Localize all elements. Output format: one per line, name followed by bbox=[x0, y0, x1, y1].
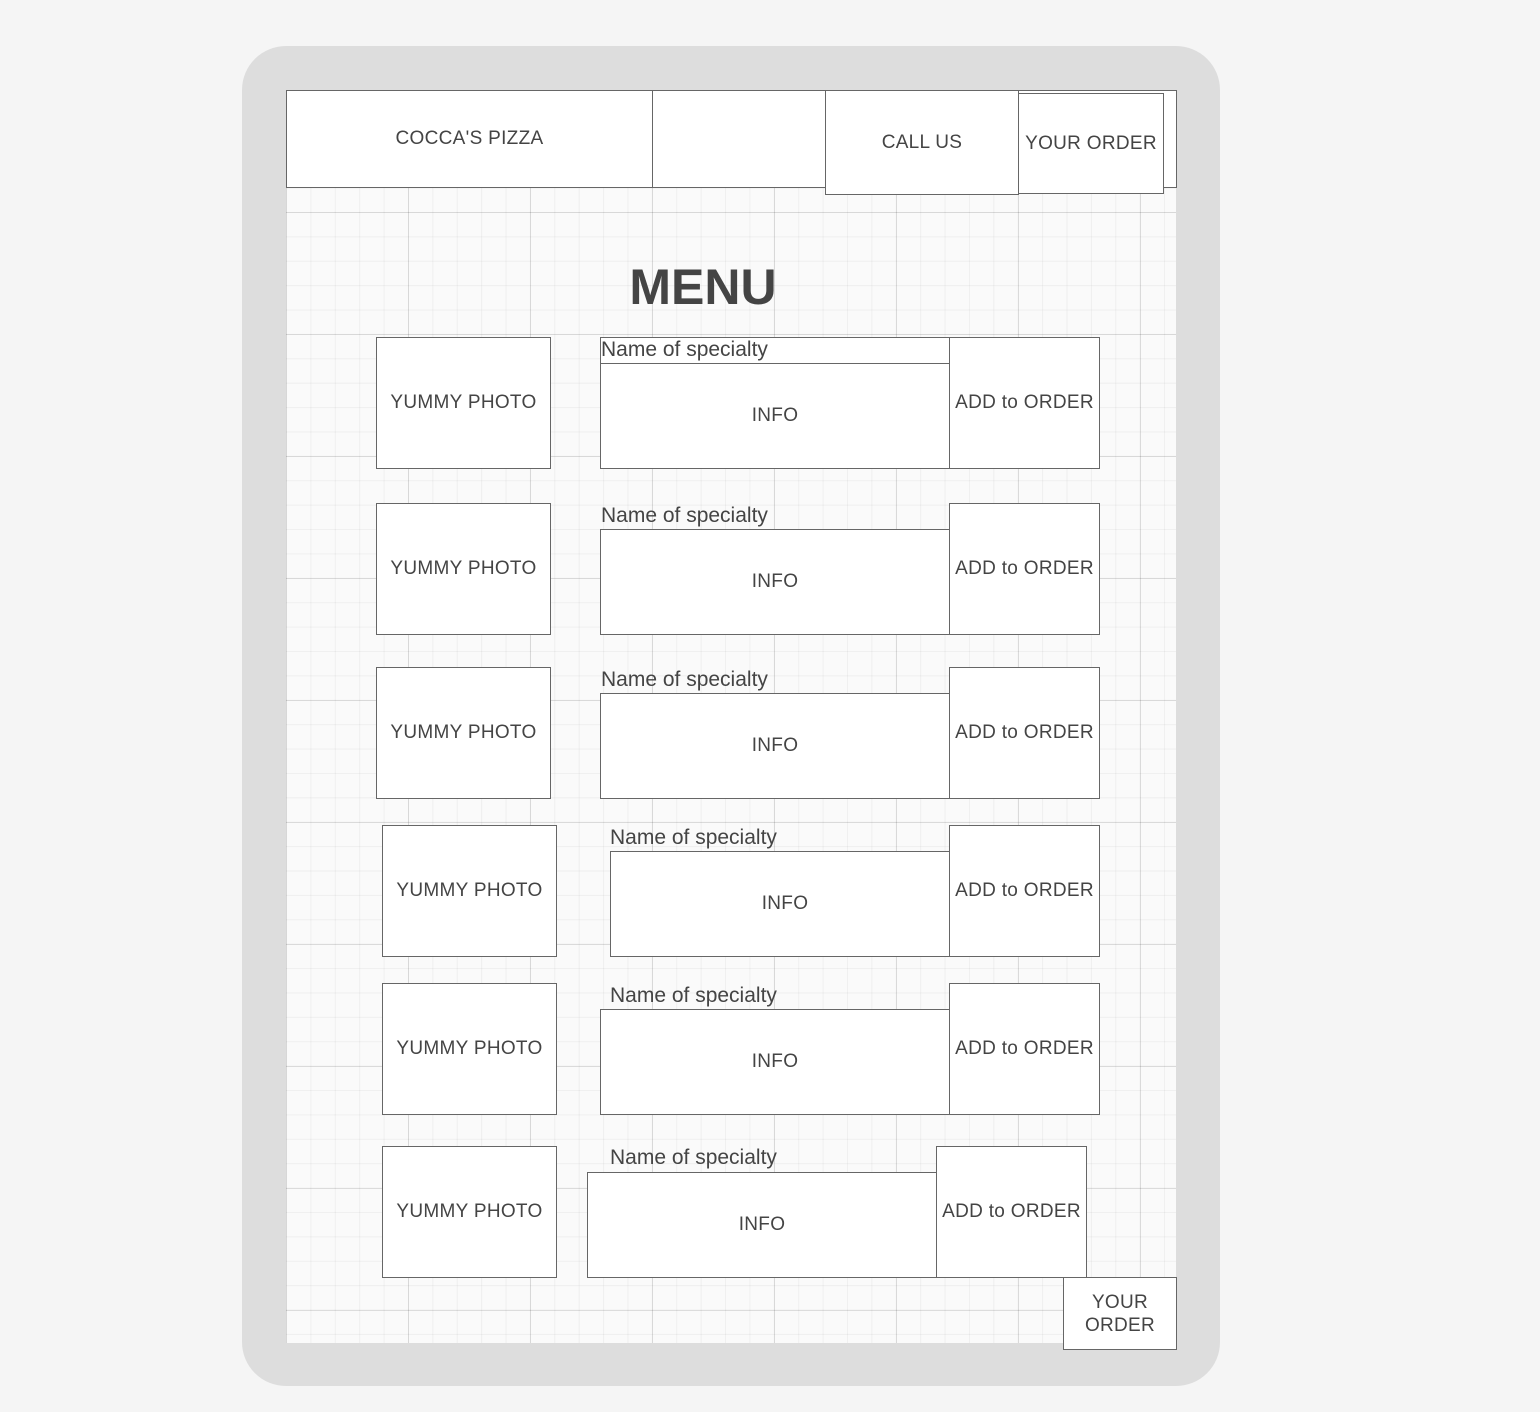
yummy-photo-3: YUMMY PHOTO bbox=[376, 667, 551, 799]
info-box-3: INFO bbox=[600, 693, 950, 799]
add-label: ADD to ORDER bbox=[955, 1038, 1094, 1059]
yummy-photo-1: YUMMY PHOTO bbox=[376, 337, 551, 469]
info-box-1: INFO bbox=[600, 363, 950, 469]
info-box-6: INFO bbox=[587, 1172, 937, 1278]
your-order-label: YOUR ORDER bbox=[1025, 132, 1157, 154]
call-us-label: CALL US bbox=[881, 131, 963, 153]
photo-label: YUMMY PHOTO bbox=[390, 392, 537, 413]
yummy-photo-2: YUMMY PHOTO bbox=[376, 503, 551, 635]
yummy-photo-5: YUMMY PHOTO bbox=[382, 983, 557, 1115]
your-order-floating-button[interactable]: YOUR ORDER bbox=[1063, 1277, 1177, 1350]
add-to-order-button-1[interactable]: ADD to ORDER bbox=[949, 337, 1100, 469]
photo-label: YUMMY PHOTO bbox=[390, 558, 537, 579]
info-label: INFO bbox=[751, 735, 799, 756]
specialty-name-1: Name of specialty bbox=[601, 338, 768, 361]
your-order-button[interactable]: YOUR ORDER bbox=[1018, 93, 1164, 194]
info-box-2: INFO bbox=[600, 529, 950, 635]
specialty-name-5: Name of specialty bbox=[610, 984, 777, 1007]
photo-label: YUMMY PHOTO bbox=[396, 1201, 543, 1222]
brand-label: COCCA'S PIZZA bbox=[395, 128, 544, 149]
specialty-name-4: Name of specialty bbox=[610, 826, 777, 849]
specialty-name-6: Name of specialty bbox=[610, 1146, 777, 1169]
add-label: ADD to ORDER bbox=[955, 558, 1094, 579]
add-to-order-button-4[interactable]: ADD to ORDER bbox=[949, 825, 1100, 957]
info-label: INFO bbox=[751, 405, 799, 426]
add-to-order-button-2[interactable]: ADD to ORDER bbox=[949, 503, 1100, 635]
info-label: INFO bbox=[738, 1214, 786, 1235]
info-label: INFO bbox=[751, 571, 799, 592]
info-label: INFO bbox=[761, 893, 809, 914]
header-spacer-box bbox=[652, 90, 826, 188]
add-label: ADD to ORDER bbox=[955, 392, 1094, 413]
info-box-5: INFO bbox=[600, 1009, 950, 1115]
photo-label: YUMMY PHOTO bbox=[396, 1038, 543, 1059]
specialty-name-3: Name of specialty bbox=[601, 668, 768, 691]
your-order-line-1: YOUR bbox=[1091, 1291, 1149, 1313]
info-box-4: INFO bbox=[610, 851, 960, 957]
call-us-button[interactable]: CALL US bbox=[825, 90, 1019, 195]
photo-label: YUMMY PHOTO bbox=[390, 722, 537, 743]
yummy-photo-6: YUMMY PHOTO bbox=[382, 1146, 557, 1278]
add-to-order-button-5[interactable]: ADD to ORDER bbox=[949, 983, 1100, 1115]
yummy-photo-4: YUMMY PHOTO bbox=[382, 825, 557, 957]
photo-label: YUMMY PHOTO bbox=[396, 880, 543, 901]
add-label: ADD to ORDER bbox=[955, 880, 1094, 901]
info-label: INFO bbox=[751, 1051, 799, 1072]
specialty-name-2: Name of specialty bbox=[601, 504, 768, 527]
add-to-order-button-6[interactable]: ADD to ORDER bbox=[936, 1146, 1087, 1278]
brand-box[interactable]: COCCA'S PIZZA bbox=[286, 90, 653, 188]
add-label: ADD to ORDER bbox=[955, 722, 1094, 743]
add-to-order-button-3[interactable]: ADD to ORDER bbox=[949, 667, 1100, 799]
add-label: ADD to ORDER bbox=[942, 1201, 1081, 1222]
your-order-line-2: ORDER bbox=[1084, 1314, 1156, 1336]
menu-title: MENU bbox=[629, 259, 777, 315]
